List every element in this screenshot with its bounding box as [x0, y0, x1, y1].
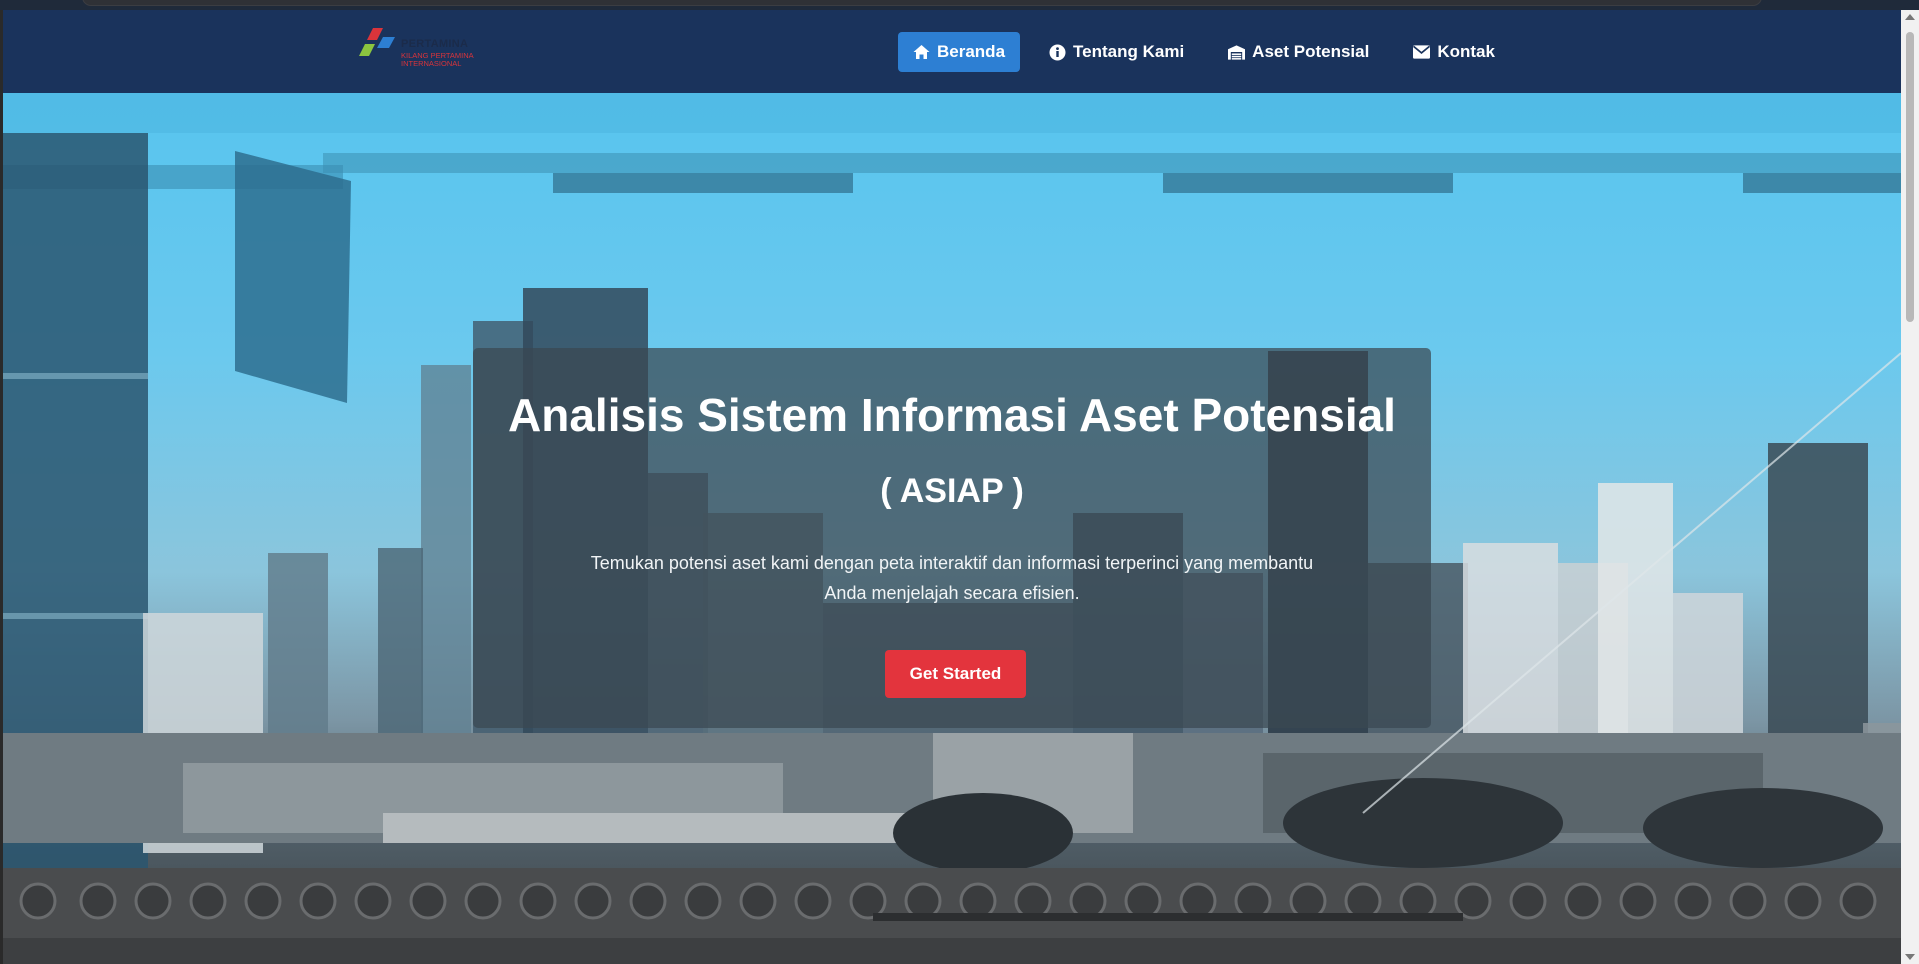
nav-label-tentang-kami: Tentang Kami: [1073, 42, 1185, 61]
nav-menu: Beranda Tentang Kami Aset Potensial Kont…: [898, 32, 1510, 72]
nav-item-kontak[interactable]: Kontak: [1398, 32, 1510, 72]
pertamina-logo[interactable]: PERTAMINA KILANG PERTAMINA INTERNASIONAL: [359, 28, 499, 74]
nav-label-aset-potensial: Aset Potensial: [1252, 42, 1370, 61]
hero-section: Analisis Sistem Informasi Aset Potensial…: [3, 93, 1901, 964]
hero-overlay-box: Analisis Sistem Informasi Aset Potensial…: [473, 348, 1431, 728]
scroll-up-arrow-icon[interactable]: [1905, 14, 1915, 20]
logo-sub-2: INTERNASIONAL: [401, 59, 462, 68]
scroll-down-arrow-icon[interactable]: [1905, 954, 1915, 960]
pertamina-logo-icon: [359, 28, 395, 56]
nav-item-beranda[interactable]: Beranda: [898, 32, 1021, 72]
nav-label-beranda: Beranda: [937, 42, 1006, 61]
hero-title: Analisis Sistem Informasi Aset Potensial: [508, 389, 1396, 441]
navbar: PERTAMINA KILANG PERTAMINA INTERNASIONAL…: [3, 10, 1901, 93]
nav-item-tentang-kami[interactable]: Tentang Kami: [1034, 32, 1199, 72]
logo-name: PERTAMINA: [401, 38, 469, 50]
envelope-icon: [1413, 44, 1431, 61]
info-icon: [1049, 44, 1066, 61]
vertical-scrollbar[interactable]: [1901, 10, 1919, 964]
page-viewport: PERTAMINA KILANG PERTAMINA INTERNASIONAL…: [3, 10, 1901, 964]
logo-subtitle: KILANG PERTAMINA INTERNASIONAL: [401, 52, 474, 68]
home-icon: [913, 44, 930, 61]
scrollbar-thumb[interactable]: [1906, 32, 1914, 322]
warehouse-icon: [1228, 44, 1246, 61]
nav-item-aset-potensial[interactable]: Aset Potensial: [1213, 32, 1384, 72]
get-started-button[interactable]: Get Started: [885, 650, 1026, 698]
browser-top-bar: [0, 0, 1919, 10]
nav-label-kontak: Kontak: [1437, 42, 1495, 61]
hero-subtitle: ( ASIAP ): [880, 472, 1024, 510]
hero-description: Temukan potensi aset kami dengan peta in…: [590, 553, 1314, 603]
address-bar[interactable]: [82, 0, 1762, 6]
